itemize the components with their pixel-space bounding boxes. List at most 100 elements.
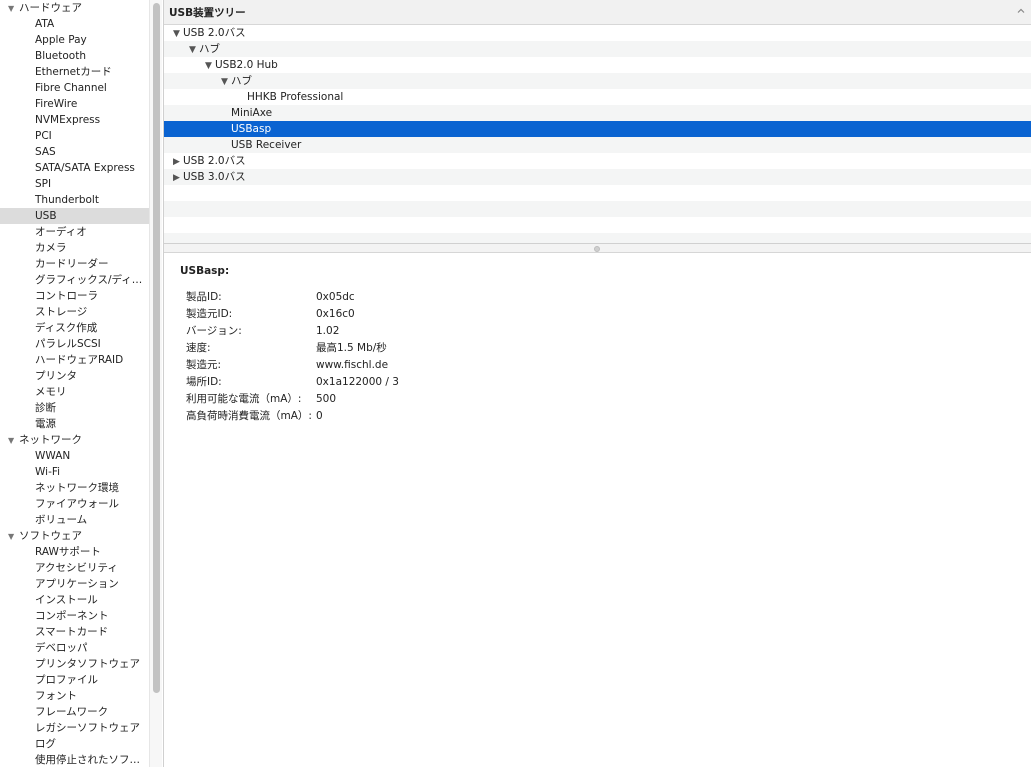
detail-field: 製造元: www.fischl.de — [186, 357, 388, 374]
sidebar-item[interactable]: ボリューム — [0, 512, 149, 528]
sidebar-item[interactable]: プリンタ — [0, 368, 149, 384]
sidebar-item-label: メモリ — [35, 386, 67, 398]
tree-row[interactable]: USB Receiver — [164, 137, 1031, 153]
sidebar-item-label: インストール — [35, 594, 98, 606]
tree-empty-row — [164, 217, 1031, 233]
sidebar-item-label: FireWire — [35, 98, 78, 110]
usb-device-tree: ▼ USB 2.0バス ▼ ハブ ▼ USB2.0 Hub ▼ ハブ HHKB Professi… — [164, 25, 1031, 243]
disclosure-triangle-icon[interactable]: ▼ — [8, 433, 19, 448]
sidebar-item-label: Ethernetカード — [35, 66, 112, 78]
sidebar-item[interactable]: ログ — [0, 736, 149, 752]
sidebar-item[interactable]: 電源 — [0, 416, 149, 432]
sidebar-category[interactable]: ▼ ハードウェア — [0, 0, 149, 16]
disclosure-triangle-icon[interactable]: ▼ — [8, 529, 19, 544]
tree-row[interactable]: ▼ ハブ — [164, 73, 1031, 89]
tree-row-label: MiniAxe — [231, 107, 273, 119]
sidebar-item[interactable]: SPI — [0, 176, 149, 192]
sidebar-item[interactable]: Thunderbolt — [0, 192, 149, 208]
sidebar-item[interactable]: パラレルSCSI — [0, 336, 149, 352]
sidebar-item[interactable]: ディスク作成 — [0, 320, 149, 336]
sidebar-item[interactable]: レガシーソフトウェア — [0, 720, 149, 736]
tree-row[interactable]: ▼ USB 2.0バス — [164, 25, 1031, 41]
sidebar-item[interactable]: カードリーダー — [0, 256, 149, 272]
sidebar-item-label: アクセシビリティ — [35, 562, 118, 574]
sidebar-item[interactable]: プロファイル — [0, 672, 149, 688]
sidebar-item-label: Wi-Fi — [35, 466, 61, 478]
detail-field-value: 0x16c0 — [316, 308, 355, 320]
sidebar-item[interactable]: PCI — [0, 128, 149, 144]
tree-row[interactable]: ▼ USB2.0 Hub — [164, 57, 1031, 73]
tree-row[interactable]: USBasp — [164, 121, 1031, 137]
disclosure-expanded-icon[interactable]: ▼ — [221, 74, 231, 90]
sidebar-item[interactable]: Ethernetカード — [0, 64, 149, 80]
tree-row[interactable]: HHKB Professional — [164, 89, 1031, 105]
chevron-up-icon[interactable] — [1016, 6, 1026, 16]
detail-pane: USBasp: 製品ID: 0x05dc 製造元ID: 0x16c0 バージョン: 1.0… — [164, 253, 1031, 767]
sidebar-item[interactable]: FireWire — [0, 96, 149, 112]
sidebar-item[interactable]: Wi-Fi — [0, 464, 149, 480]
main-pane: USB装置ツリー ▼ USB 2.0バス ▼ ハブ ▼ USB2.0 Hub ▼ ハブ HHKB… — [163, 0, 1031, 767]
sidebar-item[interactable]: Apple Pay — [0, 32, 149, 48]
sidebar-item-label: Bluetooth — [35, 50, 86, 62]
sidebar-item[interactable]: メモリ — [0, 384, 149, 400]
sidebar-item-label: ATA — [35, 18, 55, 30]
splitter-handle-icon[interactable] — [594, 246, 600, 252]
sidebar-item[interactable]: USB — [0, 208, 149, 224]
sidebar-item[interactable]: RAWサポート — [0, 544, 149, 560]
sidebar-item[interactable]: ファイアウォール — [0, 496, 149, 512]
tree-row[interactable]: ▼ ハブ — [164, 41, 1031, 57]
sidebar-item[interactable]: スマートカード — [0, 624, 149, 640]
detail-field-key: 高負荷時消費電流（mA）: — [186, 410, 312, 422]
disclosure-triangle-icon[interactable]: ▼ — [8, 1, 19, 16]
sidebar-item-label: グラフィックス/ディ… — [35, 274, 143, 286]
sidebar-item[interactable]: グラフィックス/ディ… — [0, 272, 149, 288]
sidebar-item[interactable]: コンポーネント — [0, 608, 149, 624]
sidebar-item[interactable]: WWAN — [0, 448, 149, 464]
disclosure-expanded-icon[interactable]: ▼ — [189, 42, 199, 58]
pane-splitter[interactable] — [164, 243, 1031, 253]
sidebar-item[interactable]: コントローラ — [0, 288, 149, 304]
detail-field: 製品ID: 0x05dc — [186, 289, 355, 306]
sidebar-item[interactable]: 診断 — [0, 400, 149, 416]
sidebar-item[interactable]: ストレージ — [0, 304, 149, 320]
sidebar-item[interactable]: デベロッパ — [0, 640, 149, 656]
sidebar-category[interactable]: ▼ ソフトウェア — [0, 528, 149, 544]
sidebar-item-label: プリンタソフトウェア — [35, 658, 140, 670]
detail-field-value: 500 — [316, 393, 337, 405]
sidebar-scrollbar[interactable] — [149, 0, 162, 767]
sidebar-item[interactable]: インストール — [0, 592, 149, 608]
sidebar-item[interactable]: アプリケーション — [0, 576, 149, 592]
sidebar-scrollbar-thumb[interactable] — [153, 3, 160, 693]
sidebar-item[interactable]: 使用停止されたソフ… — [0, 752, 149, 767]
sidebar-item[interactable]: オーディオ — [0, 224, 149, 240]
sidebar-item[interactable]: アクセシビリティ — [0, 560, 149, 576]
sidebar-item[interactable]: ハードウェアRAID — [0, 352, 149, 368]
sidebar-item[interactable]: フォント — [0, 688, 149, 704]
tree-empty-row — [164, 233, 1031, 243]
sidebar-item-label: WWAN — [35, 450, 71, 462]
sidebar-item-label: プリンタ — [35, 370, 77, 382]
sidebar-item-label: SATA/SATA Express — [35, 162, 135, 174]
sidebar-item[interactable]: SAS — [0, 144, 149, 160]
tree-row[interactable]: ▶ USB 2.0バス — [164, 153, 1031, 169]
sidebar-item[interactable]: フレームワーク — [0, 704, 149, 720]
disclosure-expanded-icon[interactable]: ▼ — [173, 26, 183, 42]
sidebar-item[interactable]: プリンタソフトウェア — [0, 656, 149, 672]
sidebar-item[interactable]: ATA — [0, 16, 149, 32]
sidebar-item[interactable]: カメラ — [0, 240, 149, 256]
sidebar-item-label: ハードウェア — [19, 2, 82, 14]
sidebar-item[interactable]: Fibre Channel — [0, 80, 149, 96]
tree-row[interactable]: MiniAxe — [164, 105, 1031, 121]
sidebar-item[interactable]: Bluetooth — [0, 48, 149, 64]
sidebar-item[interactable]: ネットワーク環境 — [0, 480, 149, 496]
sidebar-item[interactable]: NVMExpress — [0, 112, 149, 128]
detail-title: USBasp: — [180, 265, 230, 277]
disclosure-collapsed-icon[interactable]: ▶ — [173, 154, 183, 170]
disclosure-expanded-icon[interactable]: ▼ — [205, 58, 215, 74]
sidebar-item-label: パラレルSCSI — [35, 338, 101, 350]
sidebar-category[interactable]: ▼ ネットワーク — [0, 432, 149, 448]
sidebar: ▼ ハードウェア ATA Apple Pay Bluetooth Ethernetカード F… — [0, 0, 149, 767]
disclosure-collapsed-icon[interactable]: ▶ — [173, 170, 183, 186]
tree-row[interactable]: ▶ USB 3.0バス — [164, 169, 1031, 185]
sidebar-item[interactable]: SATA/SATA Express — [0, 160, 149, 176]
